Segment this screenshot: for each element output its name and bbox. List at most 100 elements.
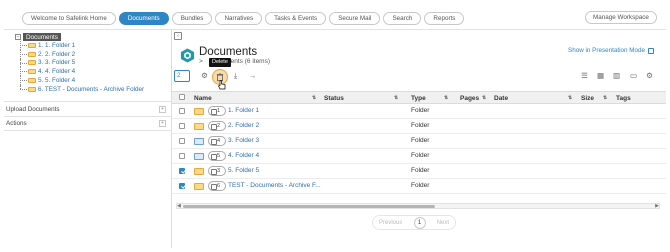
folder-icon [28,69,36,75]
row-name-link[interactable]: TEST - Documents - Archive F... [228,182,321,189]
table-row[interactable]: 1 1. Folder 1 Folder [172,104,666,119]
upload-documents-section[interactable]: Upload Documents + [6,103,170,116]
scrollbar-thumb[interactable] [183,205,435,208]
table-row[interactable]: 2 2. Folder 2 Folder [172,119,666,134]
tree-item[interactable]: 3. 3. Folder 5 [18,58,144,68]
row-checkbox[interactable] [179,183,185,189]
settings-icon[interactable]: ⚙ [200,71,209,80]
table-row[interactable]: 5 4. Folder 4 Folder [172,149,666,164]
row-checkbox[interactable] [179,108,185,114]
hand-cursor-icon [218,80,226,90]
row-checkbox[interactable] [179,123,185,129]
sort-icon[interactable]: ⇅ [444,95,448,101]
row-name-link[interactable]: 5. Folder 5 [228,167,259,174]
tab-tasks-events[interactable]: Tasks & Events [265,11,327,25]
tree-root[interactable]: − Documents [15,33,144,41]
row-badge[interactable]: 1 [208,106,226,116]
tree-item-label[interactable]: 5. 5. Folder 4 [38,77,75,84]
page-size-select[interactable]: 2 [174,70,190,82]
chart-icon[interactable]: ▥ [612,71,621,80]
presentation-mode-label[interactable]: Show in Presentation Mode [568,47,645,54]
sort-icon[interactable]: ⇅ [312,95,316,101]
collapse-tree-icon[interactable]: − [15,34,21,40]
presentation-mode-link[interactable]: Show in Presentation Mode [568,47,655,54]
gear-icon[interactable]: ⚙ [645,71,654,80]
tree-item-label[interactable]: 1. 1. Folder 1 [38,42,75,49]
tree-item[interactable]: 1. 1. Folder 1 [18,41,144,50]
collapse-sidebar-icon[interactable]: ‹ [174,32,182,40]
tree-item[interactable]: 6. TEST - Documents - Archive Folder [18,84,144,94]
table-row[interactable]: 3 5. Folder 5 Folder [172,164,666,179]
tab-narratives[interactable]: Narratives [215,11,263,25]
tree-item[interactable]: 2. 2. Folder 2 [18,49,144,59]
table-row[interactable]: 4 3. Folder 3 Folder [172,134,666,149]
section-divider [4,101,172,102]
folder-icon [28,42,36,48]
scroll-right-icon[interactable]: ▶ [655,203,659,209]
tab-documents[interactable]: Documents [118,11,169,25]
arrow-right-icon[interactable]: → [248,71,257,80]
list-view-icon[interactable]: ☰ [580,71,589,80]
download-icon[interactable]: ⤓ [231,71,240,80]
folder-icon [194,153,204,160]
folder-icon [28,51,36,57]
presentation-icon[interactable] [648,47,655,54]
folder-icon [194,168,204,175]
row-type: Folder [411,152,430,159]
actions-label: Actions [6,120,27,127]
scroll-left-icon[interactable]: ◀ [177,203,181,209]
column-tags[interactable]: Tags [616,95,631,102]
column-size[interactable]: Size [581,95,594,102]
tree-item-label[interactable]: 2. 2. Folder 2 [38,51,75,58]
tree-root-label[interactable]: Documents [23,33,61,41]
tree-item[interactable]: 4. 4. Folder 4 [18,67,144,76]
column-name[interactable]: Name [194,95,212,102]
folder-icon [194,123,204,130]
tree-item-label[interactable]: 4. 4. Folder 4 [38,68,75,75]
column-date[interactable]: Date [494,95,508,102]
next-button[interactable]: Next [437,220,449,226]
sort-icon[interactable]: ⇅ [482,95,486,101]
row-checkbox[interactable] [179,138,185,144]
column-pages[interactable]: Pages [460,95,479,102]
row-badge[interactable]: 4 [208,136,226,146]
upload-documents-label: Upload Documents [6,106,60,113]
actions-section[interactable]: Actions + [6,117,170,130]
row-badge[interactable]: 6 [208,181,226,191]
tree-item[interactable]: 5. 5. Folder 4 [18,76,144,85]
tab-search[interactable]: Search [383,11,422,25]
tab-reports[interactable]: Reports [424,11,465,25]
horizontal-scrollbar[interactable]: ◀ ▶ [176,203,660,209]
top-navigation: Welcome to Safelink Home Documents Bundl… [22,11,467,25]
column-type[interactable]: Type [411,95,426,102]
select-all-box[interactable] [179,94,185,100]
page-number[interactable]: 1 [413,216,426,229]
previous-button[interactable]: Previous [379,220,402,226]
row-checkbox[interactable] [179,168,185,174]
column-status[interactable]: Status [324,95,344,102]
row-name-link[interactable]: 2. Folder 2 [228,122,259,129]
row-name-link[interactable]: 3. Folder 3 [228,137,259,144]
row-checkbox[interactable] [179,153,185,159]
tree-item-label[interactable]: 6. TEST - Documents - Archive Folder [38,86,144,93]
tab-secure-mail[interactable]: Secure Mail [329,11,381,25]
tab-welcome[interactable]: Welcome to Safelink Home [22,11,116,25]
sort-icon[interactable]: ⇅ [568,95,572,101]
page-title: Documents [199,46,258,58]
manage-workspace-button[interactable]: Manage Workspace [585,11,657,24]
row-type: Folder [411,122,430,129]
comment-icon[interactable]: ▭ [629,71,638,80]
sort-icon[interactable]: ⇅ [394,95,398,101]
table-row[interactable]: 6 TEST - Documents - Archive F... Folder [172,179,666,194]
tab-bundles[interactable]: Bundles [171,11,213,25]
row-name-link[interactable]: 1. Folder 1 [228,107,259,114]
expand-icon[interactable]: + [159,106,166,113]
row-badge[interactable]: 2 [208,121,226,131]
expand-icon[interactable]: + [159,120,166,127]
sort-icon[interactable]: ⇅ [603,95,607,101]
row-badge[interactable]: 5 [208,151,226,161]
row-badge[interactable]: 3 [208,166,226,176]
row-name-link[interactable]: 4. Folder 4 [228,152,259,159]
tree-item-label[interactable]: 3. 3. Folder 5 [38,59,75,66]
grid-view-icon[interactable]: ▦ [596,71,605,80]
